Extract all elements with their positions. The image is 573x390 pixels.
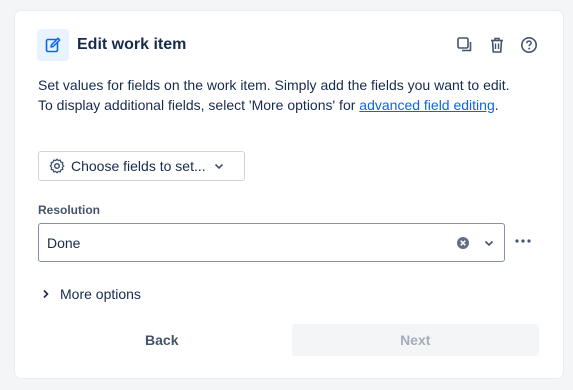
resolution-label: Resolution: [38, 203, 100, 217]
description-line-1: Set values for fields on the work item. …: [38, 77, 510, 93]
next-button[interactable]: Next: [291, 324, 539, 356]
panel-title: Edit work item: [77, 36, 187, 53]
help-icon[interactable]: [517, 33, 541, 57]
choose-fields-label: Choose fields to set...: [71, 158, 206, 174]
panel-header: Edit work item: [37, 29, 541, 61]
description-line-2: To display additional fields, select 'Mo…: [38, 95, 543, 115]
chevron-right-icon: [40, 288, 52, 300]
edit-icon: [37, 29, 69, 61]
more-options-toggle[interactable]: More options: [38, 283, 141, 305]
chevron-down-icon[interactable]: [482, 236, 496, 250]
copy-icon[interactable]: [453, 33, 477, 57]
header-actions: [453, 33, 541, 57]
more-options-label: More options: [60, 286, 141, 302]
back-button[interactable]: Back: [38, 324, 286, 356]
clear-icon[interactable]: [456, 236, 470, 250]
panel-description: Set values for fields on the work item. …: [38, 75, 543, 115]
edit-work-item-panel: Edit work item Set values for fields on …: [15, 11, 563, 378]
description-line-2-text: To display additional fields, select 'Mo…: [38, 97, 360, 113]
advanced-field-editing-link[interactable]: advanced field editing: [359, 97, 494, 113]
gear-icon: [49, 158, 65, 174]
chevron-down-icon: [212, 159, 226, 173]
choose-fields-button[interactable]: Choose fields to set...: [38, 151, 245, 181]
panel-footer: Back Next: [38, 324, 539, 356]
more-actions-icon[interactable]: [512, 230, 534, 252]
description-line-2-suffix: .: [494, 97, 499, 113]
resolution-value: Done: [47, 234, 81, 251]
trash-icon[interactable]: [485, 33, 509, 57]
resolution-select[interactable]: Done: [38, 223, 505, 262]
